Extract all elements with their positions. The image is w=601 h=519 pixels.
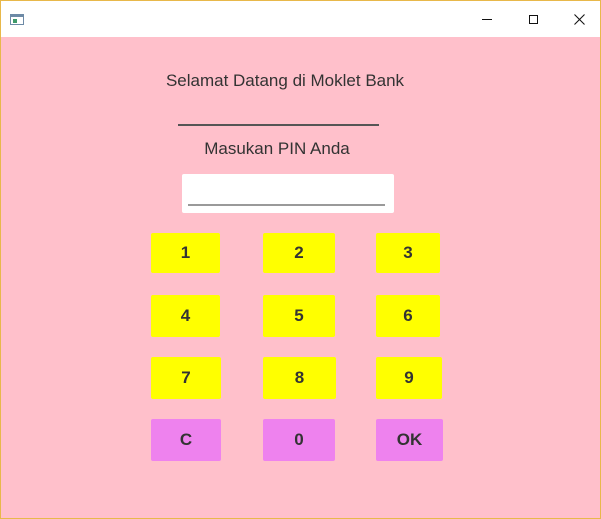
key-8-button[interactable]: 8 <box>263 357 336 399</box>
key-7-button[interactable]: 7 <box>151 357 221 399</box>
app-window: Selamat Datang di Moklet Bank Masukan PI… <box>0 0 601 519</box>
app-icon <box>10 14 24 25</box>
close-icon <box>573 13 585 25</box>
pin-prompt-label: Masukan PIN Anda <box>204 139 350 158</box>
minimize-button[interactable] <box>464 1 510 37</box>
main-content: Selamat Datang di Moklet Bank Masukan PI… <box>1 37 600 518</box>
ok-button[interactable]: OK <box>376 419 443 461</box>
pin-input[interactable] <box>188 178 385 206</box>
pin-field-container <box>182 174 394 213</box>
welcome-heading: Selamat Datang di Moklet Bank <box>165 71 405 90</box>
key-2-button[interactable]: 2 <box>263 233 335 273</box>
key-3-button[interactable]: 3 <box>376 233 440 273</box>
title-bar[interactable] <box>1 1 600 37</box>
key-9-button[interactable]: 9 <box>376 357 442 399</box>
key-6-button[interactable]: 6 <box>376 295 440 337</box>
minimize-icon <box>482 18 492 20</box>
key-0-button[interactable]: 0 <box>263 419 335 461</box>
key-5-button[interactable]: 5 <box>263 295 335 337</box>
divider-line <box>178 124 379 126</box>
key-1-button[interactable]: 1 <box>151 233 220 273</box>
close-button[interactable] <box>556 1 601 37</box>
maximize-icon <box>528 14 538 24</box>
maximize-button[interactable] <box>510 1 556 37</box>
key-4-button[interactable]: 4 <box>151 295 220 337</box>
clear-button[interactable]: C <box>151 419 221 461</box>
